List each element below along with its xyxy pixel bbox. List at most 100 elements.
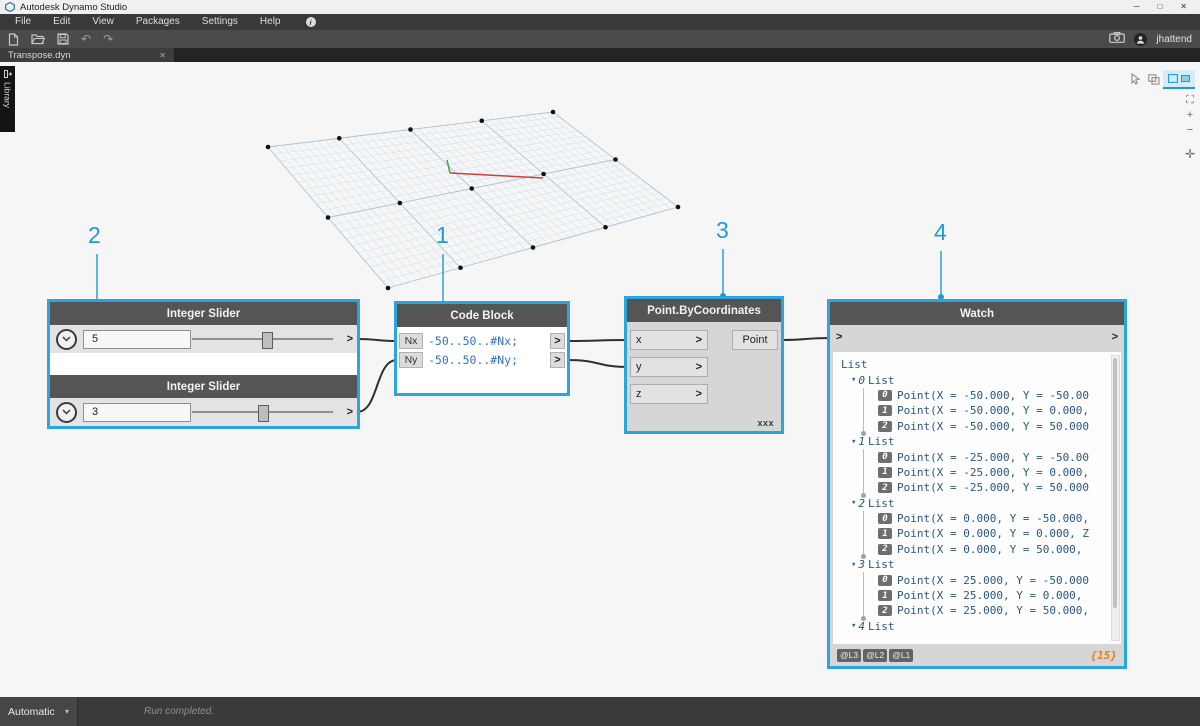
watch-item-row: 1Point(X = 25.000, Y = 0.000, — [878, 588, 1121, 603]
slider-expand-button[interactable] — [56, 402, 77, 423]
node-title[interactable]: Point.ByCoordinates — [627, 299, 781, 322]
slider-value-input[interactable]: 3 — [83, 403, 191, 422]
menu-item-packages[interactable]: Packages — [125, 14, 191, 30]
user-avatar[interactable] — [1134, 33, 1147, 46]
preview-point — [613, 157, 618, 162]
output-port[interactable]: > — [347, 406, 353, 418]
save-icon[interactable] — [57, 33, 69, 45]
maximize-icon[interactable]: □ — [1157, 0, 1162, 14]
slider-track[interactable] — [192, 411, 333, 413]
group-index: 0 — [858, 374, 865, 387]
watch-group-items: 0Point(X = -50.000, Y = -50.001Point(X =… — [863, 388, 1121, 434]
close-icon[interactable]: ✕ — [1180, 0, 1187, 14]
watch-item-row: 2Point(X = -50.000, Y = 50.000 — [878, 419, 1121, 434]
menu-item-settings[interactable]: Settings — [191, 14, 249, 30]
port-arrow-icon: > — [696, 334, 702, 346]
zoom-in-button[interactable]: + — [1187, 109, 1193, 121]
output-port[interactable]: > — [347, 333, 353, 345]
watch-item-row: 0Point(X = -50.000, Y = -50.00 — [878, 388, 1121, 403]
integer-slider-group[interactable]: Integer Slider 5 > Integer Slider — [47, 299, 360, 429]
expand-panel-icon — [4, 70, 12, 78]
library-panel-collapsed[interactable]: Library — [0, 66, 15, 132]
output-port-point[interactable]: Point — [732, 330, 778, 350]
menu-item-help[interactable]: Help — [249, 14, 292, 30]
item-value: Point(X = 0.000, Y = 50.000, — [897, 543, 1082, 556]
slider-track[interactable] — [192, 338, 333, 340]
input-port-y[interactable]: y > — [630, 357, 708, 377]
output-port[interactable]: > — [550, 333, 565, 349]
graph-view-toggle[interactable] — [1163, 70, 1195, 89]
annotation-4[interactable]: 4 — [934, 219, 947, 246]
watch-item-row: 2Point(X = 25.000, Y = 50.000, — [878, 603, 1121, 618]
annotation-3[interactable]: 3 — [716, 217, 729, 244]
item-index-badge: 0 — [878, 513, 892, 524]
watch-list[interactable]: List▾0List0Point(X = -50.000, Y = -50.00… — [833, 352, 1121, 644]
zoom-out-button[interactable]: − — [1187, 124, 1193, 136]
new-file-icon[interactable] — [8, 33, 19, 46]
code-line[interactable]: -50..50..#Nx; — [428, 334, 550, 348]
item-value: Point(X = -50.000, Y = -50.00 — [897, 389, 1089, 402]
slider-handle[interactable] — [258, 405, 269, 422]
watch-item-row: 1Point(X = 0.000, Y = 0.000, Z — [878, 526, 1121, 541]
input-port[interactable]: > — [836, 331, 842, 343]
collapse-caret-icon: ▾ — [851, 621, 856, 631]
undo-icon[interactable]: ↶ — [81, 33, 91, 45]
item-value: Point(X = 0.000, Y = 0.000, Z — [897, 527, 1089, 540]
level-badge-l2[interactable]: @L2 — [863, 649, 887, 662]
open-icon[interactable] — [31, 33, 45, 45]
code-line[interactable]: -50..50..#Ny; — [428, 353, 550, 367]
minimize-icon[interactable]: ─ — [1134, 0, 1140, 14]
run-mode-select[interactable]: Automatic ▾ — [0, 697, 78, 726]
redo-icon[interactable]: ↷ — [103, 33, 113, 45]
lacing-indicator[interactable]: xxx — [757, 418, 774, 428]
input-port-z[interactable]: z > — [630, 384, 708, 404]
code-block-node[interactable]: Code Block Nx -50..50..#Nx; > Ny -50..50… — [394, 301, 570, 396]
preview-point — [337, 136, 342, 141]
integer-slider-node-1[interactable]: Integer Slider 5 > — [50, 302, 357, 353]
zoom-fit-icon[interactable]: ⛶ — [1186, 94, 1194, 106]
menu-item-file[interactable]: File — [4, 14, 42, 30]
point-by-coordinates-node[interactable]: Point.ByCoordinates x > y > z > Point xx… — [624, 296, 784, 434]
input-port-nx[interactable]: Nx — [399, 333, 423, 349]
preview-point — [266, 145, 271, 150]
graph-canvas[interactable]: Library ⛶ + − ✛ 2 1 3 4 — [0, 62, 1200, 697]
input-port-x[interactable]: x > — [630, 330, 708, 350]
annotation-1[interactable]: 1 — [436, 222, 449, 249]
integer-slider-node-2[interactable]: Integer Slider 3 > — [50, 375, 357, 426]
output-port[interactable]: > — [550, 352, 565, 368]
info-icon[interactable]: i — [306, 17, 316, 27]
watch-group-row[interactable]: ▾1List — [851, 434, 1121, 449]
slider-value-input[interactable]: 5 — [83, 330, 191, 349]
watch-group-row[interactable]: ▾3List — [851, 557, 1121, 572]
watch-group-row[interactable]: ▾4List — [851, 619, 1121, 634]
node-title[interactable]: Integer Slider — [50, 302, 357, 325]
tab-close-icon[interactable]: ✕ — [159, 51, 166, 60]
preview-point — [541, 172, 546, 177]
node-title[interactable]: Watch — [830, 302, 1124, 325]
cursor-select-icon[interactable] — [1130, 72, 1141, 90]
menu-item-view[interactable]: View — [81, 14, 125, 30]
level-badge-l1[interactable]: @L1 — [889, 649, 913, 662]
group-label: List — [868, 497, 895, 510]
watch-group-row[interactable]: ▾2List — [851, 496, 1121, 511]
pan-icon[interactable]: ✛ — [1185, 147, 1195, 161]
output-port[interactable]: > — [1112, 331, 1118, 343]
watch-root-row: List — [841, 357, 1121, 372]
level-badge-l3[interactable]: @L3 — [837, 649, 861, 662]
annotation-2[interactable]: 2 — [88, 222, 101, 249]
watch-group-row[interactable]: ▾0List — [851, 372, 1121, 387]
node-title[interactable]: Integer Slider — [50, 375, 357, 398]
slider-expand-button[interactable] — [56, 329, 77, 350]
slider-handle[interactable] — [262, 332, 273, 349]
camera-icon[interactable] — [1109, 30, 1125, 48]
node-title[interactable]: Code Block — [397, 304, 567, 327]
window-layout-icon[interactable] — [1148, 72, 1160, 90]
tab-transpose[interactable]: Transpose.dyn ✕ — [0, 48, 174, 62]
menu-item-edit[interactable]: Edit — [42, 14, 81, 30]
input-port-ny[interactable]: Ny — [399, 352, 423, 368]
dynamo-logo-icon — [5, 2, 15, 12]
library-label: Library — [3, 82, 13, 108]
watch-item-row: 0Point(X = 25.000, Y = -50.000 — [878, 572, 1121, 587]
watch-node[interactable]: Watch > > List▾0List0Point(X = -50.000, … — [827, 299, 1127, 669]
preview-point — [408, 127, 413, 132]
